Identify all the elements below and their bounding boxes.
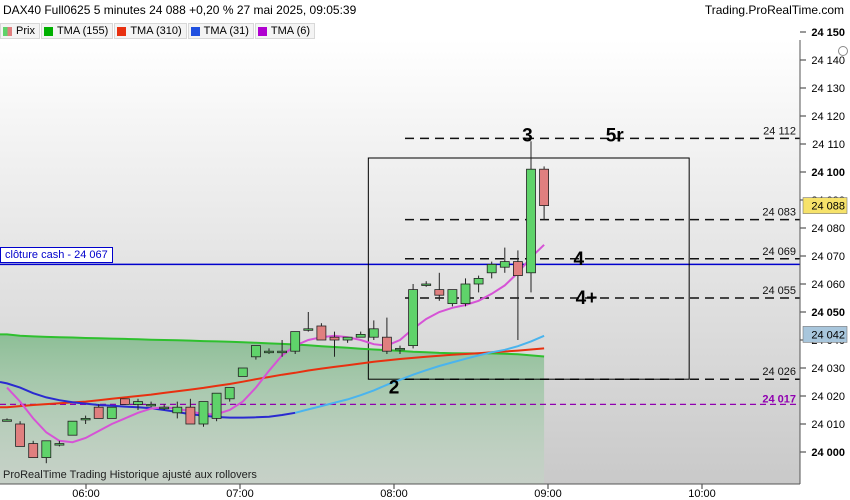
level-label: 24 026 <box>762 366 796 378</box>
price-marker-label: 24 088 <box>811 201 845 213</box>
y-tick-label: 24 130 <box>811 83 845 95</box>
candle-body <box>211 392 222 419</box>
y-tick-label: 24 020 <box>811 391 845 403</box>
y-tick-label: 24 000 <box>811 447 845 459</box>
candle <box>67 420 78 436</box>
candle-body <box>146 403 157 407</box>
tma-cloud-fill <box>0 334 545 484</box>
y-tick-label: 24 050 <box>811 307 845 319</box>
candle-body <box>513 261 523 277</box>
candle-body <box>368 328 379 338</box>
y-tick-label: 24 030 <box>811 363 845 375</box>
candle-body <box>237 367 248 377</box>
price-marker-label: 24 042 <box>811 329 845 341</box>
candle-body <box>93 406 104 419</box>
candle-body <box>198 401 209 425</box>
candle-body <box>408 289 419 347</box>
candle-body <box>15 423 26 447</box>
y-tick-label: 24 100 <box>811 167 845 179</box>
wave-label: 2 <box>389 378 400 399</box>
candle-body <box>381 336 392 352</box>
x-tick-label: 10:00 <box>688 488 716 500</box>
y-tick-label: 24 010 <box>811 419 845 431</box>
chart-window: { "header": { "instrument_info": "DAX40 … <box>0 0 850 500</box>
candle-body <box>67 420 78 436</box>
y-tick-label: 24 140 <box>811 55 845 67</box>
candle-body <box>290 331 301 352</box>
level-label: 24 083 <box>762 207 796 219</box>
candle-body <box>447 289 458 305</box>
candle-body <box>303 328 314 331</box>
y-tick-label: 24 150 <box>811 27 845 39</box>
candle-body <box>460 283 471 305</box>
wave-label: 4+ <box>576 288 598 309</box>
y-tick-label: 24 080 <box>811 223 845 235</box>
wave-label: 4 <box>574 249 585 270</box>
price-chart[interactable]: 24 112 24 083 24 069 24 055 24 026 24 017 3 5r… <box>0 0 850 500</box>
candle-body <box>473 277 484 285</box>
candle-body <box>172 406 183 414</box>
candle-body <box>277 350 288 354</box>
y-tick-label: 24 120 <box>811 111 845 123</box>
cash-close-label: clôture cash - 24 067 <box>0 247 113 263</box>
x-tick-label: 07:00 <box>226 488 254 500</box>
candle-body <box>499 261 510 268</box>
wave-label: 3 <box>522 126 533 147</box>
y-tick-label: 24 070 <box>811 251 845 263</box>
candle-body <box>264 350 274 354</box>
x-tick-label: 08:00 <box>380 488 408 500</box>
candle-body <box>41 440 52 458</box>
level-label: 24 055 <box>762 285 796 297</box>
candle-body <box>185 406 196 425</box>
candle-body <box>395 347 405 351</box>
candle-body <box>342 336 353 341</box>
candle-body <box>159 406 170 410</box>
candle <box>237 367 248 377</box>
candle <box>211 392 222 422</box>
candle-body <box>250 345 261 358</box>
candle <box>408 284 419 349</box>
y-tick-label: 24 110 <box>812 139 845 151</box>
candle-body <box>28 443 39 459</box>
x-tick-label: 06:00 <box>72 488 100 500</box>
y-tick-label: 24 060 <box>811 279 845 291</box>
level-label: 24 069 <box>762 246 796 258</box>
candle-body <box>54 443 65 446</box>
candle <box>106 406 117 419</box>
candle-body <box>224 387 235 400</box>
level-label: 24 017 <box>762 393 796 405</box>
candle <box>15 421 26 447</box>
x-tick-label: 09:00 <box>534 488 562 500</box>
level-label: 24 112 <box>763 125 796 137</box>
candle-body <box>526 168 536 274</box>
candle-body <box>421 283 432 286</box>
candle <box>447 289 458 307</box>
candle-body <box>120 398 130 405</box>
candle <box>198 401 209 427</box>
candle-body <box>434 289 445 296</box>
candle-body <box>355 333 366 338</box>
candle-body <box>486 263 497 274</box>
candle <box>290 331 301 354</box>
candle-body <box>133 401 143 405</box>
candle <box>28 440 39 459</box>
footer-note: ProRealTime Trading Historique ajusté au… <box>3 469 257 481</box>
wave-label: 5r <box>606 126 625 147</box>
candle-body <box>316 325 327 341</box>
candle <box>316 323 327 341</box>
candle-body <box>2 419 12 422</box>
candle <box>120 398 130 405</box>
candle-body <box>329 336 340 341</box>
candle-body <box>106 406 117 419</box>
candle-body <box>80 417 91 421</box>
candle-body <box>539 168 549 206</box>
